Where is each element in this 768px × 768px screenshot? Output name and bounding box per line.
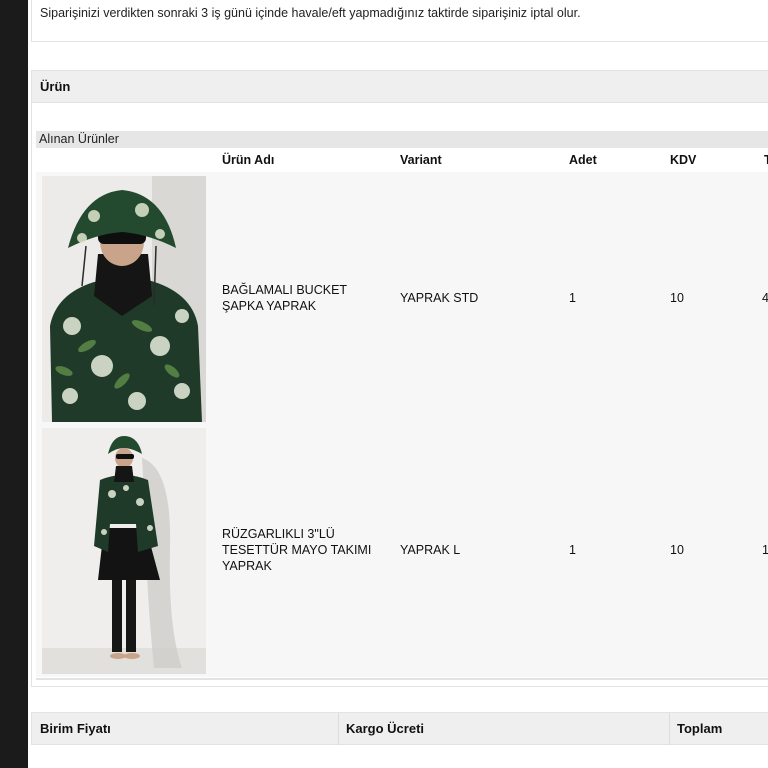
column-header-product-name: Ürün Adı [222, 153, 275, 167]
product-kdv: 10 [670, 543, 684, 557]
payment-notice-text: Siparişinizi verdikten sonraki 3 iş günü… [40, 6, 581, 20]
totals-values-row [31, 745, 768, 768]
product-variant: YAPRAK STD [400, 291, 479, 305]
product-photo-bucket-hat[interactable] [42, 176, 206, 422]
bucket-hat-illustration [42, 176, 206, 422]
product-photo-swimsuit-set[interactable] [42, 428, 206, 674]
column-header-shipping-fee: Kargo Ücreti [346, 721, 425, 736]
column-divider [669, 713, 670, 746]
column-header-kdv: KDV [670, 153, 697, 167]
product-variant: YAPRAK L [400, 543, 461, 557]
items-table-caption: Alınan Ürünler [36, 131, 768, 148]
table-divider [36, 678, 768, 680]
product-section-header: Ürün [31, 70, 768, 103]
panel-divider [31, 686, 768, 687]
items-table-caption-text: Alınan Ürünler [39, 132, 119, 146]
product-total: 1 [762, 543, 768, 557]
column-divider [338, 713, 339, 746]
column-header-unit-price: Birim Fiyatı [40, 721, 111, 736]
column-header-grand-total: Toplam [677, 721, 723, 736]
product-section-title: Ürün [40, 79, 71, 94]
product-name: RÜZGARLIKLI 3"LÜ TESETTÜR MAYO TAKIMI YA… [222, 527, 372, 573]
product-quantity: 1 [569, 291, 576, 305]
table-row: BAĞLAMALI BUCKET ŞAPKA YAPRAK YAPRAK STD… [36, 172, 768, 424]
column-header-quantity: Adet [569, 153, 597, 167]
payment-notice: Siparişinizi verdikten sonraki 3 iş günü… [31, 0, 768, 42]
swimsuit-set-illustration [42, 428, 206, 674]
totals-header: Birim Fiyatı Kargo Ücreti Toplam [31, 712, 768, 746]
product-total: 4 [762, 291, 768, 305]
column-header-variant: Variant [400, 153, 442, 167]
product-kdv: 10 [670, 291, 684, 305]
product-quantity: 1 [569, 543, 576, 557]
order-page: Siparişinizi verdikten sonraki 3 iş günü… [28, 0, 768, 768]
column-header-total: T [764, 153, 768, 167]
table-row: RÜZGARLIKLI 3"LÜ TESETTÜR MAYO TAKIMI YA… [36, 424, 768, 677]
product-name: BAĞLAMALI BUCKET ŞAPKA YAPRAK [222, 283, 347, 313]
